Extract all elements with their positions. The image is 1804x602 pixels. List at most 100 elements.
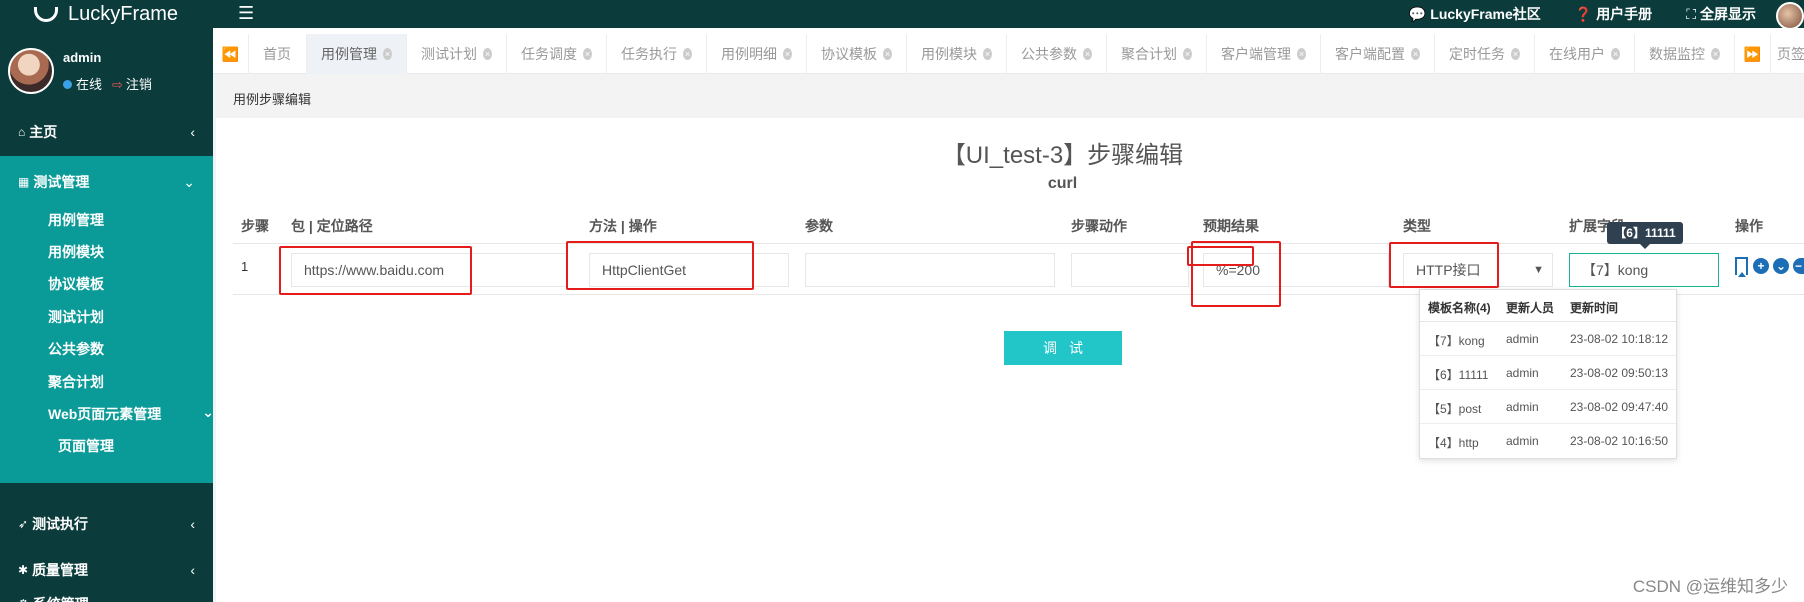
close-icon[interactable]: × [1711,48,1720,60]
tab-test-plan[interactable]: 测试计划 × [407,34,507,74]
sidebar: admin 在线 ⇨ 注销 ⌂ 主页 ‹ ▦ 测试管理 ⌄ 用例管理 用例模块 协议模… [0,28,214,602]
highlight-box [1191,241,1281,307]
tab-online-users[interactable]: 在线用户 × [1535,34,1635,74]
remove-step-icon[interactable]: − [1793,258,1804,274]
sidebar-group-test-mgmt [0,156,213,483]
sidebar-sub-case-module[interactable]: 用例模块 [48,242,104,262]
tab-client-config[interactable]: 客户端配置 × [1321,34,1435,74]
chat-icon: 💬 [1408,6,1427,22]
dropdown-row[interactable]: 【7】kong admin 23-08-02 10:18:12 [1420,322,1676,356]
tab-case-module[interactable]: 用例模块 × [907,34,1007,74]
gear-icon: ⚙ [18,597,29,602]
dropdown-header: 模板名称(4) 更新人员 更新时间 [1420,290,1676,322]
tab-task-exec[interactable]: 任务执行 × [607,34,707,74]
tab-case-mgmt[interactable]: 用例管理 × [307,34,407,74]
header-param: 参数 [805,218,833,234]
sidebar-item-test-exec[interactable]: ➶ 测试执行 ‹ [0,504,213,544]
sidebar-sub-page-mgmt[interactable]: 页面管理 [58,436,114,456]
chevron-down-icon: ▼ [1533,264,1544,276]
top-bar: LuckyFrame ☰ 💬 LuckyFrame社区 ❓ 用户手册 ⛶ 全屏显示 [0,0,1804,30]
user-name: admin [63,50,102,65]
sidebar-sub-case-mgmt[interactable]: 用例管理 [48,210,104,230]
logout-link[interactable]: ⇨ 注销 [112,74,152,93]
header-ops: 操作 [1735,218,1763,234]
tab-protocol-template[interactable]: 协议模板 × [807,34,907,74]
close-icon[interactable]: × [883,48,892,60]
rocket-icon: ➶ [18,517,29,531]
chevron-left-icon: ‹ [190,596,195,602]
close-icon[interactable]: × [1083,48,1092,60]
tabs-scroll-right-icon[interactable]: ⏩ [1735,34,1771,74]
tooltip: 【6】11111 [1607,222,1683,249]
close-icon[interactable]: × [1611,48,1620,60]
close-icon[interactable]: × [383,48,392,60]
step-number: 1 [241,259,249,274]
tab-task-schedule[interactable]: 任务调度 × [507,34,607,74]
tabs-bar: ⏪ 首页 用例管理 × 测试计划 × 任务调度 × 任务执行 × 用例明细 × 协议模板 ×… [213,34,1804,74]
tab-home[interactable]: 首页 [249,34,307,74]
close-icon[interactable]: × [683,48,692,60]
user-status: 在线 ⇨ 注销 [63,74,152,93]
chevron-left-icon: ‹ [190,516,195,532]
tabs-overflow-menu[interactable]: 页签 [1771,34,1804,74]
chevron-left-icon: ‹ [190,562,195,578]
tab-client-mgmt[interactable]: 客户端管理 × [1207,34,1321,74]
close-icon[interactable]: × [783,48,792,60]
fullscreen-icon: ⛶ [1686,6,1696,22]
ext-input[interactable]: 【7】kong [1569,253,1719,287]
action-input[interactable] [1071,253,1189,287]
top-nav: 💬 LuckyFrame社区 ❓ 用户手册 ⛶ 全屏显示 [1409,0,1756,28]
close-icon[interactable]: × [1183,48,1192,60]
close-icon[interactable]: × [483,48,492,60]
sidebar-sub-web-elements[interactable]: Web页面元素管理 ⌄ [48,404,214,424]
close-icon[interactable]: × [983,48,992,60]
tabs-scroll-left-icon[interactable]: ⏪ [213,34,249,74]
add-step-icon[interactable]: + [1753,258,1769,274]
app-title: LuckyFrame [68,2,179,25]
header-method: 方法 | 操作 [589,218,657,234]
user-panel: admin 在线 ⇨ 注销 [0,28,213,106]
watermark: CSDN @运维知多少 [1632,577,1788,596]
header-path: 包 | 定位路径 [291,218,373,234]
community-link[interactable]: 💬 LuckyFrame社区 [1409,4,1541,24]
template-dropdown: 模板名称(4) 更新人员 更新时间 【7】kong admin 23-08-02… [1419,289,1677,459]
fullscreen-link[interactable]: ⛶ 全屏显示 [1686,4,1756,24]
close-icon[interactable]: × [1297,48,1306,60]
help-icon: ❓ [1574,6,1593,22]
tab-aggregate-plan[interactable]: 聚合计划 × [1107,34,1207,74]
dropdown-row[interactable]: 【6】11111 admin 23-08-02 09:50:13 [1420,356,1676,390]
header-expected: 预期结果 [1203,218,1259,234]
bug-icon: ✱ [18,563,29,577]
breadcrumb: 用例步骤编辑 [233,92,312,107]
debug-button[interactable]: 调试 [1004,331,1122,365]
online-dot-icon [63,80,72,89]
close-icon[interactable]: × [583,48,592,60]
sidebar-sub-test-plan[interactable]: 测试计划 [48,307,104,327]
menu-toggle-icon[interactable]: ☰ [238,2,254,24]
tab-scheduled-tasks[interactable]: 定时任务 × [1435,34,1535,74]
move-down-icon[interactable]: ⌄ [1773,258,1789,274]
tab-data-monitor[interactable]: 数据监控 × [1635,34,1735,74]
manual-link[interactable]: ❓ 用户手册 [1575,4,1652,24]
dropdown-row[interactable]: 【5】post admin 23-08-02 09:47:40 [1420,390,1676,424]
close-icon[interactable]: × [1511,48,1520,60]
page-title: 【UI_test-3】步骤编辑 [941,142,1184,169]
highlight-box [279,246,472,295]
tab-public-params[interactable]: 公共参数 × [1007,34,1107,74]
sidebar-sub-aggregate-plan[interactable]: 聚合计划 [48,372,104,392]
page-subtitle: curl [1047,175,1078,192]
top-avatar[interactable] [1776,2,1804,30]
avatar[interactable] [8,48,54,94]
sidebar-sub-protocol-template[interactable]: 协议模板 [48,274,104,294]
online-status: 在线 [63,74,102,93]
header-type: 类型 [1403,218,1431,234]
tab-case-detail[interactable]: 用例明细 × [707,34,807,74]
table-divider [233,243,1804,244]
logo[interactable]: LuckyFrame [28,0,178,28]
sidebar-sub-public-params[interactable]: 公共参数 [48,339,104,359]
sidebar-item-system-mgmt[interactable]: ⚙系统管理 ‹ [0,584,213,602]
param-input[interactable] [805,253,1055,287]
bookmark-icon[interactable] [1735,257,1748,277]
dropdown-row[interactable]: 【4】http admin 23-08-02 10:16:50 [1420,424,1676,458]
close-icon[interactable]: × [1411,48,1420,60]
